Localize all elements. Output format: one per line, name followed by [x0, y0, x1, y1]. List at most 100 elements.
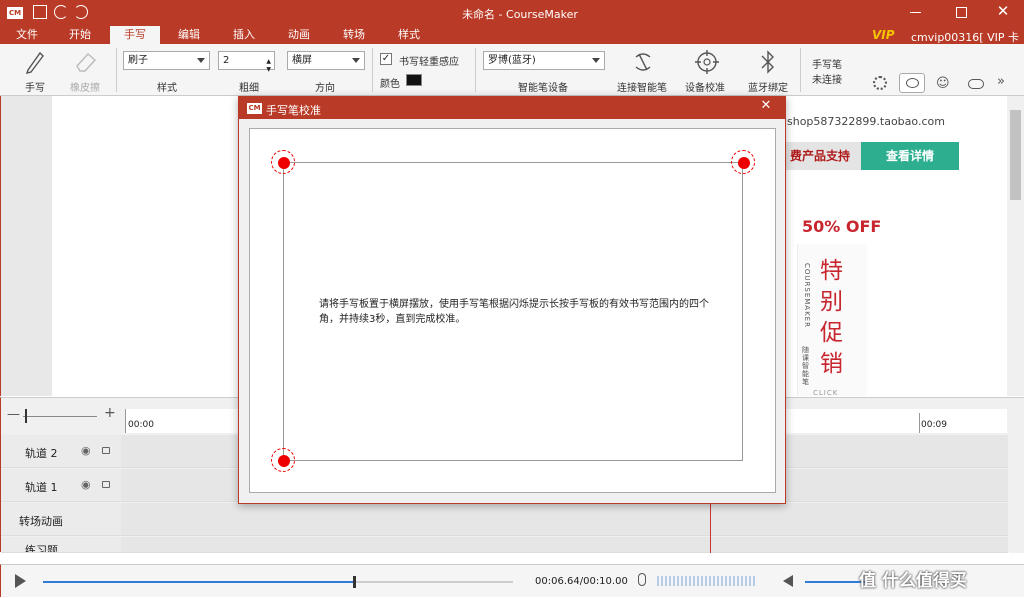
track-label: 练习题	[25, 544, 58, 553]
thickness-stepper[interactable]: 2 ▲ ▼	[218, 51, 275, 73]
pen-status-line1: 手写笔	[812, 60, 842, 71]
volume-icon[interactable]	[783, 575, 793, 587]
click-text: CLICK	[813, 389, 839, 397]
color-swatch[interactable]	[406, 74, 422, 86]
zoom-out-icon[interactable]: —	[7, 407, 20, 422]
track-label: 轨道 2	[25, 447, 58, 460]
promo-card: COURSEMAKER 随课智能笔 特别促销 CLICK	[797, 244, 867, 397]
track-area[interactable]	[121, 503, 1008, 535]
save-icon[interactable]	[33, 5, 47, 19]
target-bottom-left[interactable]	[271, 448, 295, 472]
style-value: 刷子	[128, 55, 148, 66]
zoom-slider[interactable]	[23, 416, 97, 417]
maximize-button[interactable]	[956, 7, 967, 18]
shop-url: shop587322899.taobao.com	[787, 115, 945, 128]
users-icon[interactable]: ☺	[936, 76, 950, 91]
menu-insert[interactable]: 插入	[227, 26, 261, 44]
canvas-scrollbar[interactable]	[1007, 96, 1024, 396]
direction-label: 方向	[315, 83, 335, 94]
banner-left: 费产品支持	[786, 142, 861, 170]
scroll-thumb[interactable]	[1010, 110, 1021, 200]
chat-icon[interactable]	[899, 73, 925, 93]
more-icon[interactable]: »	[997, 74, 1005, 89]
chevron-down-icon	[197, 58, 205, 63]
menu-transition[interactable]: 转场	[337, 26, 371, 44]
target-dot	[278, 455, 290, 467]
minimize-button[interactable]	[910, 12, 921, 13]
playback-bar: 00:06.64/00:10.00 值 什么值得买	[0, 564, 1024, 597]
sale-badge: 50% OFF	[802, 217, 882, 236]
mic-icon[interactable]	[638, 573, 646, 586]
undo-icon[interactable]	[54, 5, 68, 19]
slide-panel	[0, 96, 52, 396]
zoom-handle[interactable]	[25, 409, 27, 423]
bluetooth-icon[interactable]	[758, 49, 778, 75]
direction-select[interactable]: 横屏	[287, 51, 365, 70]
pen-label[interactable]: 手写	[25, 79, 45, 94]
menu-handwrite[interactable]: 手写	[110, 26, 160, 44]
menu-animation[interactable]: 动画	[282, 26, 316, 44]
target-dot	[278, 157, 290, 169]
track-label: 转场动画	[19, 515, 63, 528]
watermark: 值 什么值得买	[859, 571, 967, 591]
menu-style[interactable]: 样式	[392, 26, 426, 44]
eraser-label: 橡皮擦	[70, 83, 100, 94]
time-start: 00:00	[128, 420, 154, 430]
close-button[interactable]: ✕	[994, 2, 1012, 22]
lock-icon[interactable]	[102, 481, 110, 488]
connect-pen-icon[interactable]	[631, 49, 655, 75]
progress-track[interactable]	[43, 576, 513, 588]
cloud-icon[interactable]	[968, 79, 984, 89]
style-label: 样式	[157, 83, 177, 94]
calibrate-label[interactable]: 设备校准	[685, 79, 725, 94]
calibration-area[interactable]: 请将手写板置于横屏摆放，使用手写笔根据闪烁提示长按手写板的有效书写范围内的四个角…	[249, 128, 776, 493]
progress-handle[interactable]	[353, 576, 356, 588]
progress-fill	[43, 581, 353, 583]
chevron-down-icon	[592, 58, 600, 63]
device-value: 罗博(蓝牙)	[488, 55, 536, 66]
playhead[interactable]	[710, 503, 711, 553]
direction-value: 横屏	[292, 55, 312, 66]
bluetooth-label[interactable]: 蓝牙绑定	[748, 79, 788, 94]
pressure-checkbox[interactable]: ✓	[380, 53, 392, 65]
pressure-label: 书写轻重感应	[399, 57, 459, 68]
menu-edit[interactable]: 编辑	[172, 26, 206, 44]
playback-time: 00:06.64/00:10.00	[535, 576, 628, 587]
target-top-left[interactable]	[271, 150, 295, 174]
style-select[interactable]: 刷子	[123, 51, 210, 70]
menu-file[interactable]: 文件	[10, 26, 44, 44]
settings-icon[interactable]	[873, 76, 887, 90]
track-area[interactable]	[121, 537, 1008, 552]
device-label: 智能笔设备	[518, 83, 568, 94]
app-logo: CM	[7, 7, 23, 19]
step-down-icon[interactable]: ▼	[266, 61, 271, 78]
thickness-label: 粗细	[239, 83, 259, 94]
view-details-banner[interactable]: 查看详情	[861, 142, 959, 170]
connect-pen-label[interactable]: 连接智能笔	[617, 79, 667, 94]
device-select[interactable]: 罗博(蓝牙)	[483, 51, 605, 70]
target-top-right[interactable]	[731, 150, 755, 174]
chevron-down-icon	[352, 58, 360, 63]
time-end: 00:09	[921, 420, 947, 430]
dialog-logo: CM	[247, 103, 262, 114]
pen-icon[interactable]	[24, 50, 46, 74]
lock-icon[interactable]	[102, 447, 110, 454]
calibration-instruction: 请将手写板置于横屏摆放，使用手写笔根据闪烁提示长按手写板的有效书写范围内的四个角…	[319, 299, 709, 325]
eraser-icon	[76, 53, 97, 72]
dialog-close-icon[interactable]: ✕	[757, 98, 775, 118]
play-icon[interactable]	[15, 574, 26, 588]
promo-text: 特别促销	[820, 258, 843, 377]
timeline-scrollbar[interactable]	[1009, 398, 1024, 553]
window-title: 未命名 - CourseMaker	[462, 8, 578, 21]
volume-slider[interactable]	[805, 581, 865, 583]
brand-sub: 随课智能笔	[802, 346, 809, 386]
crosshair-icon[interactable]	[694, 49, 720, 75]
zoom-in-icon[interactable]: +	[104, 405, 116, 421]
pen-status-line2: 未连接	[812, 75, 842, 86]
menu-bar: 文件 开始 手写 编辑 插入 动画 转场 样式 VIP cmvip00316[ …	[0, 26, 1024, 58]
title-bar: CM 未命名 - CourseMaker ✕	[0, 0, 1024, 26]
redo-icon[interactable]	[74, 5, 88, 19]
eye-icon[interactable]: ◉	[81, 444, 91, 457]
menu-start[interactable]: 开始	[63, 26, 97, 44]
eye-icon[interactable]: ◉	[81, 478, 91, 491]
